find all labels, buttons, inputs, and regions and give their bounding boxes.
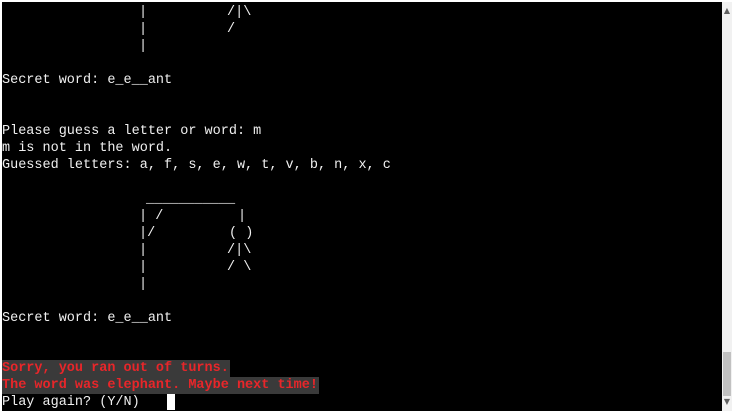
reveal-word-message: The word was elephant. Maybe next time! <box>2 377 319 394</box>
hangman-head: ( ) <box>229 226 254 241</box>
hangman-body: /|\ <box>227 243 252 258</box>
gallows-post: | <box>139 260 148 275</box>
gallows-post: |/ <box>139 226 156 241</box>
vertical-scrollbar[interactable]: ▲ ▼ <box>722 2 732 411</box>
guessed-letters-line: Guessed letters: a, f, s, e, w, t, v, b,… <box>2 158 391 173</box>
gallows-post: | <box>139 22 148 37</box>
gallows-beam: ___________ <box>146 192 236 207</box>
gallows-post: | <box>139 39 148 54</box>
hangman-leg: / <box>227 22 236 37</box>
play-again-prompt: Play again? (Y/N) <box>2 395 140 410</box>
terminal-window: | /|\ | / | Secret word: e_e__ant Please… <box>0 0 734 413</box>
guess-prompt-line: Please guess a letter or word: m <box>2 124 262 139</box>
scrollbar-thumb[interactable] <box>723 352 731 396</box>
terminal-output[interactable]: | /|\ | / | Secret word: e_e__ant Please… <box>2 2 722 411</box>
hangman-legs: / \ <box>227 260 252 275</box>
hangman-body: /|\ <box>227 5 252 20</box>
gallows-post: | <box>139 277 148 292</box>
text-cursor[interactable] <box>167 394 175 410</box>
gallows-rope: | <box>238 209 247 224</box>
result-line: m is not in the word. <box>2 141 173 156</box>
gallows-post: | <box>139 243 148 258</box>
gallows-post: | <box>139 5 148 20</box>
scroll-up-icon[interactable]: ▲ <box>722 6 732 16</box>
game-over-message: Sorry, you ran out of turns. <box>2 360 230 377</box>
scroll-down-icon[interactable]: ▼ <box>722 397 732 407</box>
secret-word-line: Secret word: e_e__ant <box>2 73 173 88</box>
secret-word-line: Secret word: e_e__ant <box>2 311 173 326</box>
gallows-post: | / <box>139 209 164 224</box>
